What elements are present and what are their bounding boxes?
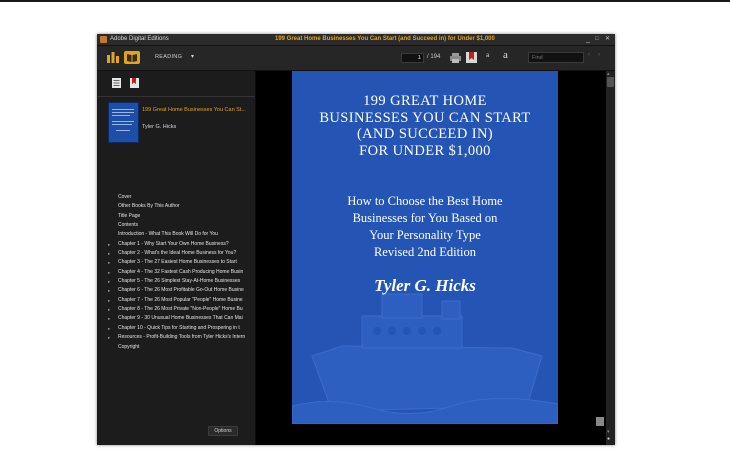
toc-item-label: Chapter 5 - The 26 Simplest Stay-At-Home… bbox=[118, 278, 241, 285]
toc-item-label: Copyright bbox=[118, 343, 140, 350]
toc-item[interactable]: ▸ Chapter 9 - 30 Unusual Home Businesses … bbox=[97, 314, 253, 323]
expand-arrow-icon[interactable]: ▸ bbox=[108, 305, 110, 314]
boat-illustration bbox=[292, 293, 558, 424]
app-icon bbox=[100, 36, 107, 43]
book-author: Tyler G. Hicks bbox=[142, 124, 177, 130]
toc-item[interactable]: Contents bbox=[97, 221, 253, 230]
book-title: 199 Great Home Businesses You Can St... bbox=[142, 107, 246, 113]
expand-arrow-icon[interactable]: ▸ bbox=[108, 324, 110, 333]
cover-author: Tyler G. Hicks bbox=[374, 276, 476, 295]
table-of-contents: Cover Other Books By This Author Title Pag… bbox=[97, 193, 253, 352]
toc-item[interactable]: Copyright bbox=[97, 343, 253, 352]
document-title: 199 Great Home Businesses You Can Start … bbox=[275, 36, 495, 42]
decrease-font-size-icon[interactable]: a bbox=[486, 53, 497, 64]
find-previous-icon[interactable]: ‹ bbox=[588, 52, 590, 58]
toc-item-label: Chapter 6 - The 26 Most Profitable Go-Ou… bbox=[118, 287, 244, 294]
toc-item[interactable]: ▸ Chapter 10 - Quick Tips for Starting an… bbox=[97, 324, 253, 333]
cover-title-line: BUSINESSES YOU CAN START bbox=[319, 109, 531, 126]
cover-title: 199 GREAT HOME BUSINESSES YOU CAN START … bbox=[292, 93, 558, 159]
cover-subtitle-line: Your Personality Type bbox=[369, 228, 481, 242]
bookmark-icon[interactable] bbox=[466, 52, 477, 63]
sidebar-tabs bbox=[97, 71, 255, 97]
tab-contents[interactable] bbox=[110, 76, 124, 90]
toc-item[interactable]: ▸ Resources - Profit-Building Tools from … bbox=[97, 333, 253, 342]
expand-arrow-icon[interactable]: ▸ bbox=[108, 240, 110, 249]
toc-item-label: Chapter 8 - The 26 Most Private "Non-Peo… bbox=[118, 306, 243, 313]
toc-item[interactable]: ▸ Chapter 5 - The 26 Simplest Stay-At-Hom… bbox=[97, 277, 253, 286]
chevron-down-icon[interactable]: ▾ bbox=[191, 53, 194, 60]
book-page: 199 GREAT HOME BUSINESSES YOU CAN START … bbox=[292, 71, 558, 424]
vertical-scrollbar[interactable]: ▴ ▾ ● bbox=[606, 71, 615, 445]
scroll-down-icon[interactable]: ▾ bbox=[607, 429, 610, 435]
cover-thumbnail bbox=[108, 102, 139, 143]
find-input[interactable] bbox=[528, 52, 584, 63]
maximize-button[interactable]: □ bbox=[595, 35, 599, 44]
expand-arrow-icon[interactable]: ▸ bbox=[108, 258, 110, 267]
page-number-input[interactable] bbox=[401, 53, 424, 63]
toc-item-label: Introduction - What This Book Will Do fo… bbox=[118, 231, 218, 238]
cover-subtitle-line: How to Choose the Best Home bbox=[347, 194, 503, 208]
scroll-end-icon[interactable]: ● bbox=[607, 436, 610, 442]
toc-item[interactable]: Introduction - What This Book Will Do fo… bbox=[97, 230, 253, 239]
toc-item-label: Cover bbox=[118, 194, 132, 200]
toc-item-label: Other Books By This Author bbox=[118, 203, 180, 210]
scrollbar-thumb[interactable] bbox=[607, 77, 614, 87]
print-icon[interactable] bbox=[450, 52, 461, 63]
expand-arrow-icon[interactable]: ▸ bbox=[108, 268, 110, 277]
page-total: / 194 bbox=[427, 54, 441, 60]
expand-arrow-icon[interactable]: ▸ bbox=[108, 286, 110, 295]
toolbar: READING ▾ / 194 a a ‹ › bbox=[97, 46, 615, 71]
toc-item[interactable]: Other Books By This Author bbox=[97, 202, 253, 211]
toc-item-label: Chapter 10 - Quick Tips for Starting and… bbox=[118, 324, 240, 331]
reading-pane: 199 GREAT HOME BUSINESSES YOU CAN START … bbox=[256, 71, 606, 445]
toc-item-label: Chapter 4 - The 32 Fastest Cash Producin… bbox=[118, 268, 244, 275]
toc-item-label: Contents bbox=[118, 222, 139, 229]
cover-title-line: (AND SUCCEED IN) bbox=[356, 126, 494, 142]
toc-item[interactable]: ▸ Chapter 7 - The 26 Most Popular "People… bbox=[97, 296, 253, 305]
cover-title-line: 199 GREAT HOME bbox=[363, 93, 487, 109]
toc-item-label: Chapter 7 - The 26 Most Popular "People"… bbox=[118, 296, 243, 303]
app-window: Adobe Digital Editions 199 Great Home Bu… bbox=[97, 34, 615, 445]
toc-item-label: Chapter 1 - Why Start Your Own Home Busi… bbox=[118, 240, 229, 247]
options-button[interactable]: Options bbox=[208, 426, 238, 436]
toc-item-label: Chapter 3 - The 27 Easiest Home Business… bbox=[118, 259, 237, 266]
open-book-icon bbox=[127, 54, 137, 62]
find-next-icon[interactable]: › bbox=[598, 52, 600, 58]
tab-bookmarks[interactable] bbox=[128, 76, 142, 90]
expand-arrow-icon[interactable]: ▸ bbox=[108, 249, 110, 258]
book-info: 199 Great Home Businesses You Can St... … bbox=[97, 97, 255, 147]
app-name: Adobe Digital Editions bbox=[110, 36, 169, 42]
toc-item-label: Chapter 2 - What's the Ideal Home Busine… bbox=[118, 250, 237, 257]
top-border-line bbox=[0, 0, 730, 2]
toc-item[interactable]: ▸ Chapter 2 - What's the Ideal Home Busin… bbox=[97, 249, 253, 258]
toc-item[interactable]: ▸ Chapter 3 - The 27 Easiest Home Busines… bbox=[97, 258, 253, 267]
toc-item[interactable]: Title Page bbox=[97, 212, 253, 221]
toc-item[interactable]: ▸ Chapter 4 - The 32 Fastest Cash Produci… bbox=[97, 268, 253, 277]
cover-subtitle-line: Revised 2nd Edition bbox=[373, 245, 477, 259]
page-turn-icon[interactable] bbox=[596, 417, 604, 426]
library-view-icon[interactable] bbox=[107, 52, 119, 63]
increase-font-size-icon[interactable]: a bbox=[503, 49, 514, 61]
cover-title-line: FOR UNDER $1,000 bbox=[359, 142, 491, 159]
cover-subtitle: How to Choose the Best Home Businesses f… bbox=[292, 193, 558, 261]
expand-arrow-icon[interactable]: ▸ bbox=[108, 277, 110, 286]
toc-item-label: Chapter 9 - 30 Unusual Home Businesses T… bbox=[118, 315, 243, 322]
title-bar[interactable]: Adobe Digital Editions 199 Great Home Bu… bbox=[97, 34, 615, 46]
expand-arrow-icon[interactable]: ▸ bbox=[108, 296, 110, 305]
reading-mode-label[interactable]: READING bbox=[155, 54, 182, 60]
expand-arrow-icon[interactable]: ▸ bbox=[108, 333, 110, 342]
toc-item-label: Title Page bbox=[118, 212, 141, 219]
toc-item[interactable]: ▸ Chapter 6 - The 26 Most Profitable Go-O… bbox=[97, 286, 253, 295]
toc-item[interactable]: ▸ Chapter 1 - Why Start Your Own Home Bus… bbox=[97, 240, 253, 249]
toc-item-label: Resources - Profit-Building Tools from T… bbox=[118, 334, 246, 341]
toc-item[interactable]: ▸ Chapter 8 - The 26 Most Private "Non-Pe… bbox=[97, 305, 253, 314]
expand-arrow-icon[interactable]: ▸ bbox=[108, 314, 110, 323]
toc-item[interactable]: Cover bbox=[97, 193, 253, 202]
sidebar: 199 Great Home Businesses You Can St... … bbox=[97, 71, 256, 445]
reading-view-button[interactable] bbox=[124, 51, 140, 64]
minimize-button[interactable]: _ bbox=[586, 35, 590, 44]
close-button[interactable]: ✕ bbox=[605, 35, 610, 44]
cover-subtitle-line: Businesses for You Based on bbox=[352, 211, 498, 225]
